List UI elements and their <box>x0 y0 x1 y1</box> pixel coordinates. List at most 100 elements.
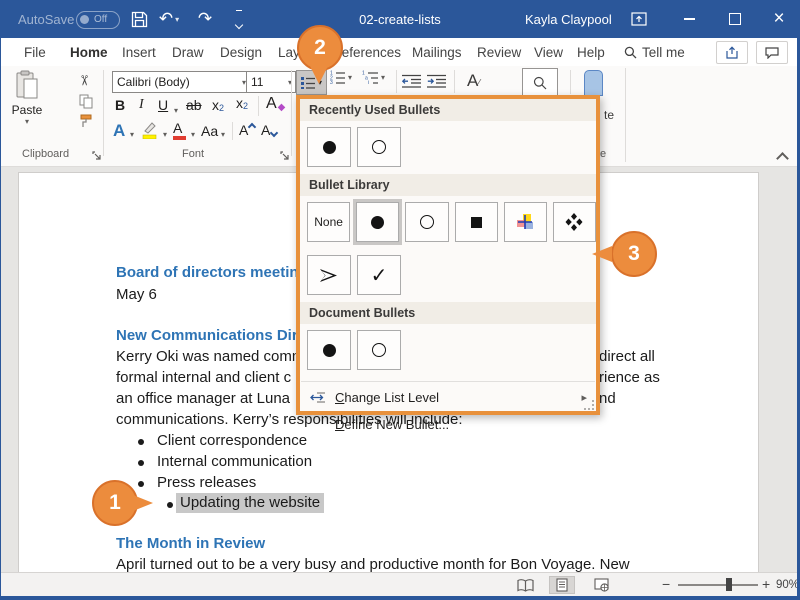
increase-indent-button[interactable] <box>427 74 446 93</box>
highlight-button[interactable] <box>141 121 159 144</box>
change-case-dropdown-arrow[interactable]: ▾ <box>221 130 225 139</box>
cut-button[interactable]: ✂ <box>75 75 92 87</box>
increase-indent-icon <box>427 74 446 88</box>
dictate-icon-partial[interactable] <box>584 70 603 96</box>
tab-mailings[interactable]: Mailings <box>410 38 464 66</box>
doc-heading-communications[interactable]: New Communications Dir <box>116 327 298 344</box>
share-button[interactable] <box>716 41 748 64</box>
doc-para-line-right[interactable]: direct all <box>599 348 655 365</box>
font-size-combobox[interactable]: 11 ▾ <box>246 71 296 93</box>
callout-step-3: 3 <box>611 231 657 277</box>
underline-button[interactable]: U <box>158 97 168 113</box>
doc-list-item[interactable]: Press releases <box>157 474 256 491</box>
doc-para-line[interactable]: an office manager at Luna <box>116 390 290 407</box>
font-size-value: 11 <box>251 75 263 89</box>
bullet-tile-four-diamonds[interactable] <box>553 202 596 242</box>
strikethrough-button[interactable]: ab <box>186 97 202 113</box>
doc-selected-list-item[interactable]: Updating the website <box>176 494 324 511</box>
subscript-button[interactable]: x2 <box>212 97 224 113</box>
bullet-tile-checkmark[interactable]: ✓ <box>357 255 401 295</box>
doc-para-line-right[interactable]: rience as <box>599 369 660 386</box>
zoom-slider-thumb[interactable] <box>726 578 732 591</box>
font-dialog-launcher[interactable] <box>280 148 290 166</box>
tab-file[interactable]: File <box>22 38 48 66</box>
tab-help[interactable]: Help <box>575 38 607 66</box>
text-effects-dropdown-arrow[interactable]: ▾ <box>130 130 134 139</box>
selected-text[interactable]: Updating the website <box>176 493 324 513</box>
bullet-tile-filled-circle-selected[interactable] <box>356 202 399 242</box>
copy-button[interactable] <box>79 94 93 114</box>
maximize-button[interactable] <box>722 7 748 31</box>
doc-list-item[interactable]: Internal communication <box>157 453 312 470</box>
format-painter-button[interactable] <box>79 114 94 134</box>
bold-button[interactable]: B <box>115 97 125 113</box>
underline-dropdown-arrow[interactable]: ▾ <box>174 106 178 115</box>
bullet-tile-open-circle[interactable] <box>357 127 401 167</box>
tab-insert[interactable]: Insert <box>120 38 158 66</box>
font-group-label: Font <box>182 148 204 160</box>
decrease-indent-button[interactable] <box>402 74 421 93</box>
zoom-in-button[interactable]: + <box>762 576 770 592</box>
text-effects-button[interactable]: A <box>113 121 125 141</box>
doc-heading-board[interactable]: Board of directors meeting <box>116 264 308 281</box>
clear-formatting-button[interactable]: A◆ <box>266 95 285 113</box>
tab-review[interactable]: Review <box>475 38 523 66</box>
superscript-button[interactable]: x2 <box>236 95 248 111</box>
print-layout-button[interactable] <box>549 576 575 594</box>
grow-font-button[interactable]: A <box>239 122 255 138</box>
multilevel-list-button[interactable]: 1ai ▾ <box>362 70 385 84</box>
tab-view[interactable]: View <box>532 38 565 66</box>
bullet-tile-colored-cross[interactable] <box>504 202 547 242</box>
font-color-dropdown-arrow[interactable]: ▾ <box>191 130 195 139</box>
tab-draw[interactable]: Draw <box>170 38 206 66</box>
zoom-slider-track[interactable] <box>678 584 758 586</box>
bullet-tile-filled-circle[interactable] <box>307 127 351 167</box>
comments-button[interactable] <box>756 41 788 64</box>
shrink-font-button[interactable]: A <box>261 122 277 138</box>
partial-sort-icon[interactable]: A⁄ <box>467 71 480 91</box>
bullet-tile-open-circle[interactable] <box>357 330 401 370</box>
bullet-tile-none[interactable]: None <box>307 202 350 242</box>
ribbon-display-options-button[interactable] <box>626 7 652 31</box>
svg-text:i: i <box>368 80 369 84</box>
change-case-button[interactable]: Aa <box>201 123 218 139</box>
doc-para-line[interactable]: formal internal and client c <box>116 369 291 386</box>
zoom-level-value[interactable]: 90% <box>776 579 799 591</box>
doc-para-line[interactable]: April turned out to be a very busy and p… <box>116 556 630 573</box>
minimize-button[interactable] <box>676 7 702 31</box>
resize-grip[interactable] <box>584 400 594 410</box>
font-name-combobox[interactable]: Calibri (Body) ▾ <box>112 71 250 93</box>
bullet-tile-open-circle[interactable] <box>405 202 448 242</box>
change-list-level-item[interactable]: Change List Level ▸ <box>300 384 596 411</box>
italic-button[interactable]: I <box>139 97 144 113</box>
format-painter-icon <box>79 114 94 129</box>
define-new-bullet-item[interactable]: Define New Bullet... <box>300 411 596 438</box>
zoom-out-button[interactable]: − <box>662 576 670 592</box>
highlight-dropdown-arrow[interactable]: ▾ <box>163 130 167 139</box>
numbering-dropdown-arrow[interactable]: ▾ <box>348 73 352 82</box>
word-window: AutoSave Off ↶▾ ↷ 02-create-lists Kayla … <box>0 0 800 600</box>
multilevel-dropdown-arrow[interactable]: ▾ <box>381 73 385 82</box>
tab-home[interactable]: Home <box>68 38 110 69</box>
find-button[interactable] <box>522 68 558 97</box>
tab-design[interactable]: Design <box>218 38 264 66</box>
doc-date-line[interactable]: May 6 <box>116 286 157 303</box>
paste-button[interactable]: Paste ▾ <box>8 70 46 142</box>
doc-para-line-right[interactable]: nd <box>599 390 616 407</box>
clipboard-dialog-launcher[interactable] <box>92 148 102 166</box>
doc-list-item[interactable]: Client correspondence <box>157 432 307 449</box>
close-button[interactable]: × <box>766 7 792 31</box>
read-mode-button[interactable] <box>512 576 538 594</box>
bullet-tile-filled-circle[interactable] <box>307 330 351 370</box>
paste-dropdown-arrow[interactable]: ▾ <box>25 117 29 126</box>
web-layout-button[interactable] <box>588 576 614 594</box>
numbering-button[interactable]: 123 ▾ <box>330 70 352 84</box>
bullet-tile-filled-square[interactable] <box>455 202 498 242</box>
bullet-tile-arrow[interactable] <box>307 255 351 295</box>
collapse-ribbon-button[interactable] <box>778 150 787 168</box>
doc-heading-month-review[interactable]: The Month in Review <box>116 535 265 552</box>
doc-para-line[interactable]: Kerry Oki was named comm <box>116 348 304 365</box>
paste-clipboard-icon <box>15 70 39 100</box>
tell-me-box[interactable]: Tell me <box>622 38 687 66</box>
font-color-button[interactable]: A <box>173 120 186 140</box>
